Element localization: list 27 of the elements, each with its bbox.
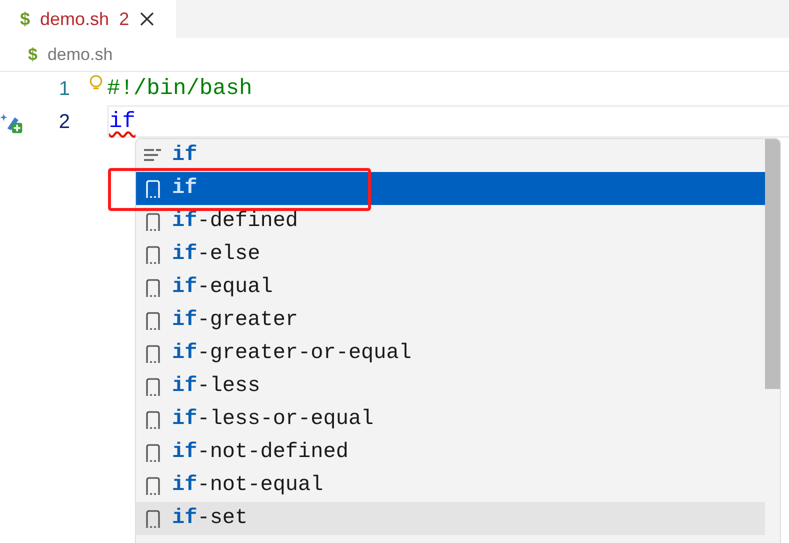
scrollbar-thumb[interactable]: [765, 139, 780, 389]
snippet-icon: [145, 212, 161, 230]
file-type-icon: $: [28, 42, 38, 68]
breadcrumb-item[interactable]: demo.sh: [47, 42, 113, 68]
close-icon[interactable]: [139, 11, 156, 27]
snippet-icon: [145, 312, 161, 330]
snippet-icon: [145, 344, 161, 362]
line-number: 1: [58, 76, 70, 102]
file-type-icon: $: [20, 6, 30, 32]
snippet-icon: [145, 410, 161, 428]
snippet-icon: [145, 278, 161, 296]
snippet-icon: [145, 246, 161, 264]
snippet-icon: [145, 510, 161, 528]
snippet-icon: [145, 378, 161, 396]
snippet-icon: [145, 444, 161, 462]
code-text: if: [109, 108, 136, 136]
snippet-icon: [145, 476, 161, 494]
editor-tab[interactable]: $ demo.sh 2: [0, 0, 176, 38]
line-number: 2: [58, 110, 70, 134]
code-text: #!/bin/bash: [107, 75, 252, 103]
lightbulb-icon[interactable]: [87, 74, 105, 92]
suggestion-item[interactable]: if-set: [136, 502, 765, 535]
suggestion-item[interactable]: if: [136, 172, 765, 205]
problem-count: 2: [119, 8, 130, 30]
tab-title: demo.sh: [40, 8, 110, 30]
snippet-icon: [145, 180, 161, 198]
keyword-icon: [144, 148, 162, 164]
